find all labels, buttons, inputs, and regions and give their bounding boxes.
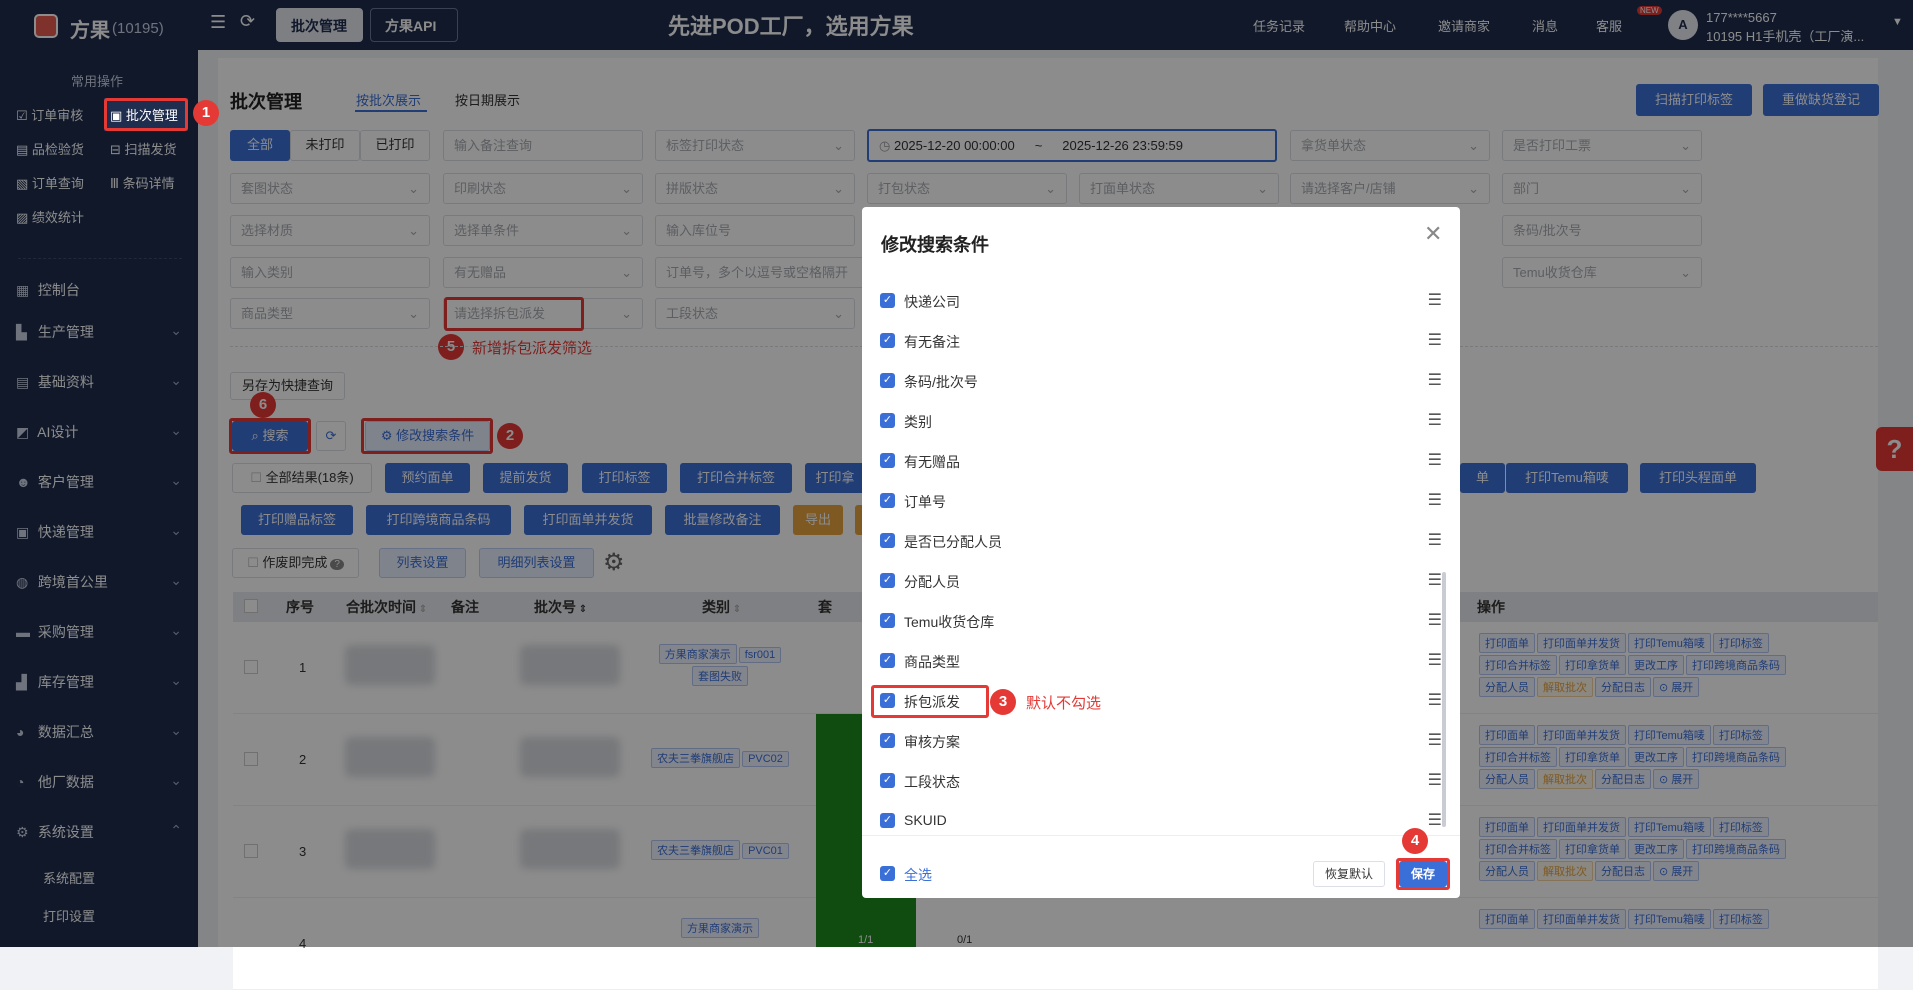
- checkbox-checked-icon[interactable]: ✓: [880, 373, 895, 388]
- drag-sort-icon[interactable]: ☰: [1428, 730, 1442, 750]
- checkbox-checked-icon[interactable]: ✓: [880, 493, 895, 508]
- checkbox-checked-icon[interactable]: ✓: [880, 293, 895, 308]
- checkbox-checked-icon[interactable]: ✓: [880, 733, 895, 748]
- drag-sort-icon[interactable]: ☰: [1428, 810, 1442, 830]
- condition-label: SKUID: [904, 812, 947, 828]
- annotation-note-3: 默认不勾选: [1026, 695, 1102, 712]
- condition-label: 分配人员: [904, 574, 960, 590]
- condition-item[interactable]: ✓ 类别 ☰: [880, 409, 1442, 433]
- checkbox-checked-icon[interactable]: ✓: [880, 653, 895, 668]
- condition-item[interactable]: ✓ 商品类型 ☰: [880, 649, 1442, 673]
- step-badge-3: 3: [990, 689, 1016, 715]
- condition-label: 工段状态: [904, 774, 960, 790]
- condition-item[interactable]: ✓ 有无赠品 ☰: [880, 449, 1442, 473]
- condition-item[interactable]: ✓ SKUID ☰: [880, 809, 1442, 833]
- checkbox-checked-icon[interactable]: ✓: [880, 573, 895, 588]
- highlight-box-unpack-item: [871, 685, 989, 718]
- drag-sort-icon[interactable]: ☰: [1428, 570, 1442, 590]
- condition-item[interactable]: ✓ 订单号 ☰: [880, 489, 1442, 513]
- condition-label: 是否已分配人员: [904, 534, 1002, 550]
- condition-label: 订单号: [904, 494, 946, 510]
- condition-item[interactable]: ✓ Temu收货仓库 ☰: [880, 609, 1442, 633]
- highlight-box-save: [1396, 858, 1450, 890]
- drag-sort-icon[interactable]: ☰: [1428, 650, 1442, 670]
- condition-label: 审核方案: [904, 734, 960, 750]
- step-badge-1: 1: [193, 100, 219, 126]
- step-badge-4: 4: [1402, 828, 1428, 854]
- drag-sort-icon[interactable]: ☰: [1428, 490, 1442, 510]
- checkbox-checked-icon[interactable]: ✓: [880, 413, 895, 428]
- condition-item[interactable]: ✓ 快递公司 ☰: [880, 289, 1442, 313]
- close-icon[interactable]: ✕: [1424, 221, 1442, 247]
- drag-sort-icon[interactable]: ☰: [1428, 370, 1442, 390]
- condition-item[interactable]: ✓ 条码/批次号 ☰: [880, 369, 1442, 393]
- condition-label: 商品类型: [904, 654, 960, 670]
- drag-sort-icon[interactable]: ☰: [1428, 290, 1442, 310]
- drag-sort-icon[interactable]: ☰: [1428, 770, 1442, 790]
- checkbox-checked-icon[interactable]: ✓: [880, 813, 895, 828]
- condition-item[interactable]: ✓ 分配人员 ☰: [880, 569, 1442, 593]
- modify-conditions-modal: 修改搜索条件 ✕ ✓ 快递公司 ☰ ✓ 有无备注 ☰ ✓ 条码/批次号 ☰ ✓ 类别 ☰ ✓ 有无…: [862, 207, 1460, 898]
- condition-label: 有无备注: [904, 334, 960, 350]
- condition-item[interactable]: ✓ 是否已分配人员 ☰: [880, 529, 1442, 553]
- condition-label: Temu收货仓库: [904, 614, 995, 630]
- drag-sort-icon[interactable]: ☰: [1428, 530, 1442, 550]
- checkbox-checked-icon[interactable]: ✓: [880, 866, 895, 881]
- checkbox-checked-icon[interactable]: ✓: [880, 453, 895, 468]
- select-all-label: 全选: [904, 867, 932, 883]
- checkbox-checked-icon[interactable]: ✓: [880, 333, 895, 348]
- condition-label: 快递公司: [904, 294, 960, 310]
- select-all-checkbox[interactable]: ✓ 全选: [880, 862, 960, 886]
- checkbox-checked-icon[interactable]: ✓: [880, 773, 895, 788]
- condition-item[interactable]: ✓ 有无备注 ☰: [880, 329, 1442, 353]
- modal-title: 修改搜索条件: [881, 235, 989, 255]
- condition-item[interactable]: ✓ 工段状态 ☰: [880, 769, 1442, 793]
- condition-label: 类别: [904, 414, 932, 430]
- drag-sort-icon[interactable]: ☰: [1428, 450, 1442, 470]
- drag-sort-icon[interactable]: ☰: [1428, 610, 1442, 630]
- modal-scrollbar[interactable]: [1442, 572, 1446, 827]
- condition-label: 有无赠品: [904, 454, 960, 470]
- drag-sort-icon[interactable]: ☰: [1428, 330, 1442, 350]
- drag-sort-icon[interactable]: ☰: [1428, 410, 1442, 430]
- checkbox-checked-icon[interactable]: ✓: [880, 613, 895, 628]
- condition-label: 条码/批次号: [904, 374, 978, 390]
- drag-sort-icon[interactable]: ☰: [1428, 690, 1442, 710]
- reset-default-button[interactable]: 恢复默认: [1313, 861, 1385, 887]
- highlight-box-batch: [104, 98, 188, 131]
- checkbox-checked-icon[interactable]: ✓: [880, 533, 895, 548]
- modal-footer-divider: [862, 835, 1460, 836]
- condition-item[interactable]: ✓ 审核方案 ☰: [880, 729, 1442, 753]
